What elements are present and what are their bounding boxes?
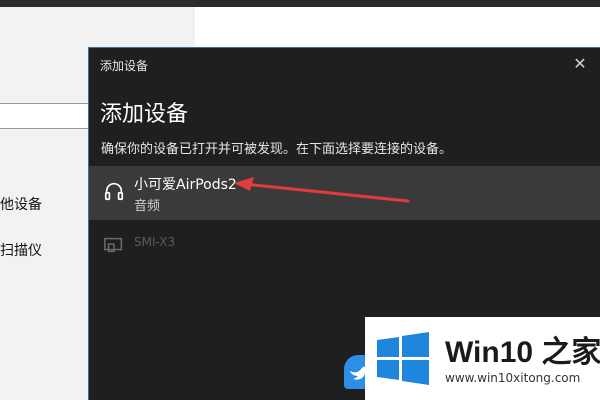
sidebar-item-other-devices[interactable]: 他设备 (0, 194, 42, 214)
sidebar-item-scanner[interactable]: 扫描仪 (0, 240, 42, 260)
device-type: 音频 (134, 199, 161, 214)
headphones-icon (104, 182, 124, 201)
device-name: SMI-X3 (134, 235, 176, 249)
red-arrow-annotation (234, 177, 410, 203)
display-icon (104, 237, 123, 253)
watermark-brand-latin: Win10 (445, 336, 534, 369)
watermark-url: www.win10xitong.com (445, 371, 581, 385)
close-button[interactable]: ✕ (560, 48, 600, 80)
dialog-window-title: 添加设备 (100, 59, 149, 73)
dialog-title-bar: 添加设备 ✕ (89, 48, 600, 80)
watermark: Win10 之家 www.win10xitong.com (365, 317, 600, 400)
watermark-brand: Win10 之家 (445, 327, 600, 371)
device-item-smi[interactable]: SMI-X3 (89, 225, 600, 265)
settings-search-box[interactable] (0, 103, 90, 129)
device-name: 小可爱AirPods2 (134, 177, 237, 193)
windows-logo-icon (377, 332, 429, 385)
dialog-heading: 添加设备 (100, 102, 189, 127)
dialog-subtitle: 确保你的设备已打开并可被发现。在下面选择要连接的设备。 (101, 142, 453, 157)
background-title-bar (0, 0, 600, 7)
watermark-brand-zh: 之家 (541, 336, 600, 369)
